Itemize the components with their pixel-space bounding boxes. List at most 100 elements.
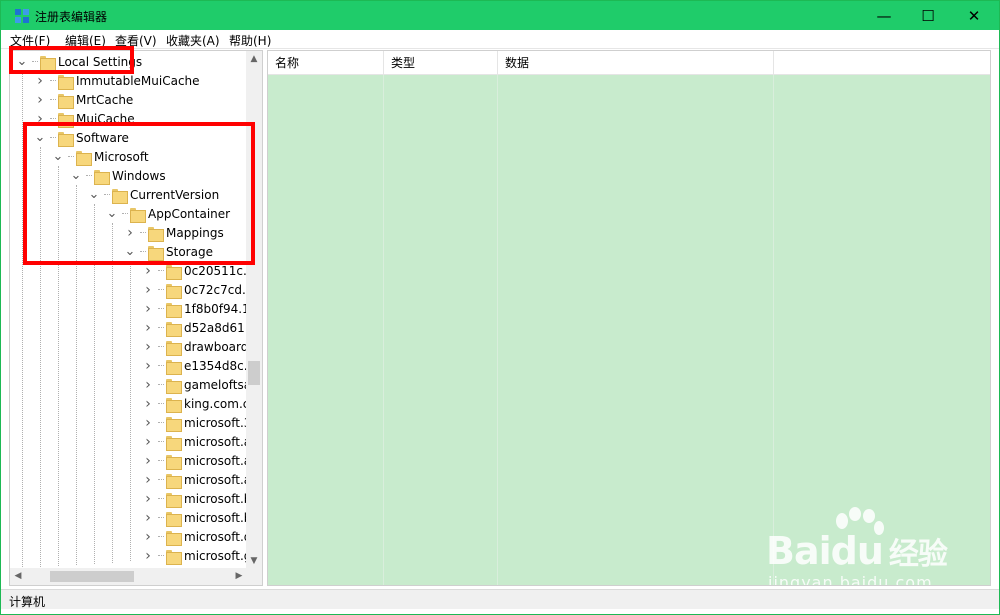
chevron-right-icon[interactable]: › <box>142 340 154 354</box>
folder-icon <box>166 416 182 432</box>
tree-connector <box>158 289 164 290</box>
status-bar: 计算机 <box>1 589 999 609</box>
chevron-right-icon[interactable]: › <box>142 492 154 506</box>
folder-icon <box>58 93 74 109</box>
chevron-right-icon[interactable]: › <box>142 397 154 411</box>
chevron-right-icon[interactable]: › <box>34 93 46 107</box>
folder-icon <box>166 435 182 451</box>
tree-vertical-scroll-thumb[interactable] <box>248 361 260 385</box>
highlight-box-software-path <box>23 122 255 265</box>
tree-node[interactable]: › 1f8b0f94.12 <box>142 299 257 318</box>
tree-node[interactable]: › gameloftsa. <box>142 375 255 394</box>
scroll-up-icon[interactable]: ▲ <box>246 51 262 67</box>
close-button[interactable]: ✕ <box>951 1 997 30</box>
tree-node[interactable]: › MrtCache <box>34 90 133 109</box>
tree-connector <box>158 460 164 461</box>
highlight-box-local-settings <box>9 46 134 74</box>
values-list[interactable]: 名称 类型 数据 Baidu 经验 jingyan.baidu.com <box>267 50 991 586</box>
tree-node[interactable]: › microsoft.de <box>142 527 259 546</box>
chevron-right-icon[interactable]: › <box>142 378 154 392</box>
title-bar[interactable]: 注册表编辑器 — ☐ ✕ <box>1 1 999 30</box>
list-header: 名称 类型 数据 <box>268 51 990 75</box>
column-divider <box>383 75 384 585</box>
chevron-right-icon[interactable]: › <box>142 435 154 449</box>
tree-horizontal-scrollbar[interactable]: ◀ ▶ <box>10 568 247 585</box>
chevron-right-icon[interactable]: › <box>142 264 154 278</box>
tree-node[interactable]: › microsoft.bi <box>142 508 255 527</box>
tree-node-label: ImmutableMuiCache <box>76 73 200 88</box>
tree-connector <box>158 479 164 480</box>
registry-editor-window: 注册表编辑器 — ☐ ✕ 文件(F) 编辑(E) 查看(V) 收藏夹(A) 帮助… <box>0 0 1000 615</box>
scroll-down-icon[interactable]: ▼ <box>246 553 262 569</box>
tree-node[interactable]: › king.com.ca <box>142 394 257 413</box>
tree-connector <box>158 422 164 423</box>
menu-help[interactable]: 帮助(H) <box>229 32 271 49</box>
close-icon: ✕ <box>967 6 981 25</box>
chevron-right-icon[interactable]: › <box>142 302 154 316</box>
maximize-button[interactable]: ☐ <box>905 1 951 30</box>
chevron-right-icon[interactable]: › <box>142 359 154 373</box>
tree-node[interactable]: › microsoft.aa <box>142 432 258 451</box>
tree-node[interactable]: › 0c72c7cd.be <box>142 280 261 299</box>
folder-icon <box>166 359 182 375</box>
chevron-right-icon[interactable]: › <box>142 416 154 430</box>
tree-horizontal-scroll-thumb[interactable] <box>50 571 134 582</box>
chevron-right-icon[interactable]: › <box>142 511 154 525</box>
tree-node[interactable]: › microsoft.ac <box>142 451 258 470</box>
folder-icon <box>166 378 182 394</box>
menu-favorites[interactable]: 收藏夹(A) <box>166 32 220 49</box>
chevron-right-icon[interactable]: › <box>142 454 154 468</box>
scroll-right-icon[interactable]: ▶ <box>231 568 247 584</box>
tree-node[interactable]: › microsoft.bi <box>142 489 255 508</box>
column-data[interactable]: 数据 <box>498 51 774 75</box>
tree-node[interactable]: › d52a8d61.fa <box>142 318 260 337</box>
tree-connector <box>158 441 164 442</box>
column-divider <box>497 75 498 585</box>
scrollbar-corner <box>246 568 262 585</box>
folder-icon <box>166 492 182 508</box>
tree-node-label: microsoft.bi <box>184 491 255 506</box>
chevron-right-icon[interactable]: › <box>142 530 154 544</box>
folder-icon <box>166 549 182 565</box>
minimize-button[interactable]: — <box>861 1 907 30</box>
folder-icon <box>166 511 182 527</box>
tree-node[interactable]: › drawboard. <box>142 337 252 356</box>
folder-icon <box>166 264 182 280</box>
status-path: 计算机 <box>9 595 46 609</box>
chevron-right-icon[interactable]: › <box>34 74 46 88</box>
menu-bar: 文件(F) 编辑(E) 查看(V) 收藏夹(A) 帮助(H) <box>1 30 999 49</box>
tree-node[interactable]: › microsoft.ge <box>142 546 259 565</box>
tree-connector <box>50 99 56 100</box>
tree-connector <box>158 403 164 404</box>
tree-connector <box>158 384 164 385</box>
minimize-icon: — <box>876 6 892 25</box>
folder-icon <box>166 397 182 413</box>
column-name[interactable]: 名称 <box>268 51 384 75</box>
baidu-watermark: Baidu 经验 jingyan.baidu.com <box>766 507 966 586</box>
tree-node-label: microsoft.bi <box>184 510 255 525</box>
chevron-right-icon[interactable]: › <box>142 549 154 563</box>
maximize-icon: ☐ <box>921 6 935 25</box>
watermark-url: jingyan.baidu.com <box>768 573 933 586</box>
tree-connector <box>158 555 164 556</box>
tree-node[interactable]: › e1354d8c.98 <box>142 356 262 375</box>
chevron-right-icon[interactable]: › <box>142 321 154 335</box>
chevron-right-icon[interactable]: › <box>142 283 154 297</box>
tree-node[interactable]: › microsoft.ac <box>142 470 258 489</box>
tree-connector <box>158 308 164 309</box>
tree-node-label: drawboard. <box>184 339 253 354</box>
tree-node-label: gameloftsa. <box>184 377 255 392</box>
watermark-brand: Baidu 经验 <box>766 529 948 573</box>
tree-node[interactable]: › microsoft.3c <box>142 413 258 432</box>
chevron-right-icon[interactable]: › <box>142 473 154 487</box>
column-type[interactable]: 类型 <box>384 51 498 75</box>
tree-guide-line <box>130 261 131 561</box>
tree-connector <box>158 327 164 328</box>
folder-icon <box>166 302 182 318</box>
folder-icon <box>166 283 182 299</box>
tree-guide-line <box>112 223 113 563</box>
tree-connector <box>158 365 164 366</box>
folder-icon <box>166 473 182 489</box>
scroll-left-icon[interactable]: ◀ <box>10 568 26 584</box>
tree-connector <box>158 517 164 518</box>
